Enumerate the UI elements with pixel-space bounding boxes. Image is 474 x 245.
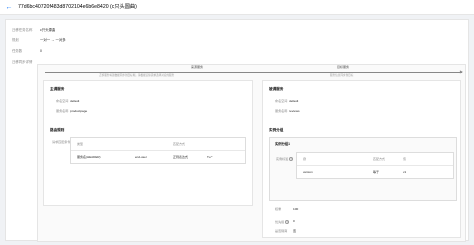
instance-group-title: 实例分组 — [269, 128, 284, 132]
arrow-left-icon[interactable]: ← — [4, 2, 14, 12]
flow-box: ▶ 来源服务 迁移服务将源数据同步到目标端，请根据实际需求选择对应的服务 目标服… — [37, 64, 466, 242]
table-cell: 类型 — [77, 141, 84, 146]
field-label: 权重 — [275, 207, 282, 211]
table-cell: 值 — [403, 156, 407, 161]
field-value: default — [70, 99, 80, 103]
help-icon[interactable]: ? — [285, 220, 290, 224]
match-condition-label: 请求匹配条件 — [52, 140, 71, 144]
field-value: 0 — [293, 219, 295, 223]
table-cell: 等于 — [373, 169, 380, 174]
field-value: 100 — [293, 207, 299, 211]
info-value: 一对一 → 一对多 — [40, 38, 66, 42]
source-service-desc: 迁移服务将源数据同步到目标端，请根据实际需求选择对应的服务 — [99, 73, 175, 77]
table-cell: 匹配方式 — [173, 141, 186, 146]
table-row: 类型 匹配方式 — [71, 138, 245, 151]
table-cell: 服务名(HEADER) — [77, 154, 101, 159]
field-value: productpage — [70, 109, 88, 113]
info-row-count: 任务数 0 — [12, 49, 42, 53]
source-service-label: 来源服务 — [191, 65, 204, 69]
info-label: 规划 — [12, 38, 19, 42]
field-label: 是否隔离 — [275, 229, 288, 233]
table-cell: v1 — [403, 169, 407, 174]
info-label: 任务数 — [12, 49, 23, 53]
table-cell: end-user — [135, 154, 147, 159]
field-value: 否 — [293, 229, 297, 233]
target-service-panel: 被调服务 命名空间 default 服务名称 reviews 实例分组 实例分组… — [262, 80, 461, 238]
field-label: 服务名称 — [275, 109, 288, 113]
table-cell: 键 — [303, 156, 307, 161]
flow-arrow-line — [45, 71, 462, 73]
info-value: 0 — [40, 49, 42, 53]
field-label: 命名空间 — [275, 99, 288, 103]
field-value: default — [289, 99, 299, 103]
info-label: 迁移同步详情 — [12, 60, 33, 64]
field-label: 优先级? — [275, 219, 290, 225]
page-title: 77d6bc40720f483d8702104e6b6e8420 (c只头圆曲) — [18, 3, 137, 10]
instance-label-table: 键 匹配方式 值 version 等于 v1 — [296, 152, 454, 179]
instance-label-caption: 实例标签? — [276, 156, 294, 162]
field-label-text: 优先级 — [275, 219, 285, 224]
info-row-plan: 规划 一对一 → 一对多 — [12, 38, 66, 42]
detail-container: 迁移任务名称 c只头源曲 规划 一对一 → 一对多 任务数 0 迁移同步详情 ▶… — [5, 19, 469, 242]
table-cell: 正则表达式 — [173, 154, 189, 159]
info-row-task-name: 迁移任务名称 c只头源曲 — [12, 28, 55, 32]
table-row: 服务名(HEADER) end-user 正则表达式 Tu.* — [71, 151, 245, 164]
field-label: 命名空间 — [56, 99, 69, 103]
field-label: 服务名称 — [56, 109, 69, 113]
table-row: 键 匹配方式 值 — [297, 153, 453, 166]
help-icon[interactable]: ? — [289, 157, 294, 161]
panel-title: 主调服务 — [50, 87, 65, 91]
instance-label-text: 实例标签 — [276, 156, 289, 161]
table-row: version 等于 v1 — [297, 166, 453, 179]
info-value: c只头源曲 — [40, 28, 56, 32]
info-row-sync-detail: 迁移同步详情 — [12, 60, 40, 64]
instance-group-name: 实例分组1 — [275, 142, 291, 146]
info-label: 迁移任务名称 — [12, 28, 33, 32]
table-cell: version — [303, 169, 313, 174]
instance-group-box: 实例分组1 实例标签? 键 匹配方式 值 version 等于 v1 — [269, 137, 457, 201]
field-value: reviews — [289, 109, 300, 113]
table-cell: Tu.* — [207, 154, 213, 159]
routing-rule-title: 路由规则 — [50, 128, 65, 132]
panel-title: 被调服务 — [269, 87, 284, 91]
target-service-label: 目标服务 — [337, 65, 350, 69]
top-bar: ← 77d6bc40720f483d8702104e6b6e8420 (c只头圆… — [0, 0, 474, 15]
match-condition-table: 类型 匹配方式 服务名(HEADER) end-user 正则表达式 Tu.* — [70, 137, 246, 164]
flow-arrow: ▶ 来源服务 迁移服务将源数据同步到目标端，请根据实际需求选择对应的服务 目标服… — [39, 65, 466, 78]
table-cell: 匹配方式 — [373, 156, 386, 161]
target-service-desc: 服务信息同步到目标 — [330, 73, 354, 77]
source-service-panel: 主调服务 命名空间 default 服务名称 productpage 路由规则 … — [43, 80, 253, 206]
arrow-right-icon: ▶ — [459, 68, 463, 74]
